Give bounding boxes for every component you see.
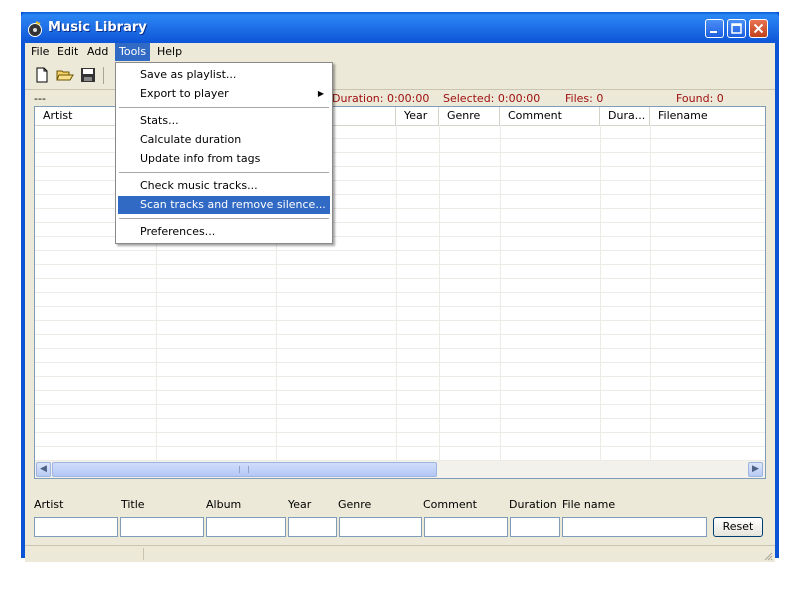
status-selected: Selected: 0:00:00 bbox=[443, 92, 541, 105]
column-header-genre[interactable]: Genre bbox=[439, 107, 500, 125]
scroll-left-arrow-icon[interactable]: ◀ bbox=[36, 462, 51, 477]
table-row bbox=[35, 278, 765, 279]
duration-filter-input[interactable] bbox=[510, 517, 560, 537]
table-row bbox=[35, 390, 765, 391]
filter-label-title: Title bbox=[121, 498, 145, 511]
column-divider bbox=[500, 125, 501, 465]
app-music-icon bbox=[27, 21, 43, 37]
scrollbar-thumb[interactable] bbox=[52, 462, 437, 477]
menu-bar: File Edit Add Tools Help bbox=[25, 43, 775, 61]
menu-item-calculate-duration[interactable]: Calculate duration bbox=[118, 131, 330, 149]
minimize-button[interactable] bbox=[705, 19, 724, 38]
column-header-comment[interactable]: Comment bbox=[500, 107, 600, 125]
title-bar[interactable]: Music Library bbox=[21, 12, 779, 44]
filter-label-genre: Genre bbox=[338, 498, 372, 511]
menu-item-label: Scan tracks and remove silence... bbox=[140, 198, 326, 211]
genre-filter-input[interactable] bbox=[339, 517, 422, 537]
scroll-right-arrow-icon[interactable]: ▶ bbox=[748, 462, 763, 477]
column-divider bbox=[650, 125, 651, 465]
menu-tools[interactable]: Tools bbox=[115, 43, 151, 61]
table-row bbox=[35, 418, 765, 419]
new-file-icon[interactable] bbox=[34, 67, 50, 83]
horizontal-scrollbar[interactable]: ◀ ▶ bbox=[35, 461, 765, 478]
filter-label-duration: Duration bbox=[509, 498, 557, 511]
table-row bbox=[35, 404, 765, 405]
table-row bbox=[35, 264, 765, 265]
menu-item-export-to-player[interactable]: Export to player ▶ bbox=[118, 85, 330, 103]
close-button[interactable] bbox=[749, 19, 768, 38]
menu-item-check-music-tracks[interactable]: Check music tracks... bbox=[118, 177, 330, 195]
status-files: Files: 0 bbox=[565, 92, 604, 105]
minimize-icon bbox=[710, 31, 717, 33]
status-bar bbox=[25, 545, 775, 562]
toolbar-separator bbox=[103, 67, 104, 84]
column-header-duration[interactable]: Dura... bbox=[600, 107, 650, 125]
menu-separator bbox=[119, 172, 329, 173]
menu-separator bbox=[119, 107, 329, 108]
filter-label-album: Album bbox=[206, 498, 242, 511]
table-row bbox=[35, 432, 765, 433]
filter-label-comment: Comment bbox=[423, 498, 477, 511]
menu-edit[interactable]: Edit bbox=[53, 43, 82, 61]
submenu-arrow-icon: ▶ bbox=[317, 89, 324, 98]
menu-item-label: Stats... bbox=[140, 114, 179, 127]
column-divider bbox=[600, 125, 601, 465]
save-disk-icon[interactable] bbox=[80, 67, 96, 83]
table-row bbox=[35, 334, 765, 335]
album-filter-input[interactable] bbox=[206, 517, 286, 537]
table-row bbox=[35, 250, 765, 251]
year-filter-input[interactable] bbox=[288, 517, 337, 537]
thumb-grip-icon bbox=[239, 466, 249, 473]
filename-filter-input[interactable] bbox=[562, 517, 707, 537]
table-row bbox=[35, 446, 765, 447]
maximize-icon bbox=[731, 23, 742, 34]
table-row bbox=[35, 362, 765, 363]
filter-label-artist: Artist bbox=[34, 498, 64, 511]
table-row bbox=[35, 320, 765, 321]
menu-separator bbox=[119, 218, 329, 219]
filter-label-filename: File name bbox=[562, 498, 616, 511]
table-row bbox=[35, 348, 765, 349]
tools-dropdown-menu: Save as playlist... Export to player ▶ St… bbox=[115, 62, 333, 244]
menu-item-label: Save as playlist... bbox=[140, 68, 237, 81]
reset-button[interactable]: Reset bbox=[713, 517, 763, 537]
close-icon bbox=[753, 23, 764, 34]
menu-item-update-info-from-tags[interactable]: Update info from tags bbox=[118, 150, 330, 168]
column-divider bbox=[396, 125, 397, 465]
column-divider bbox=[439, 125, 440, 465]
table-row bbox=[35, 376, 765, 377]
status-left: --- bbox=[34, 92, 46, 105]
comment-filter-input[interactable] bbox=[424, 517, 508, 537]
menu-item-label: Preferences... bbox=[140, 225, 216, 238]
open-folder-icon[interactable] bbox=[56, 67, 74, 83]
menu-file[interactable]: File bbox=[27, 43, 53, 61]
menu-help[interactable]: Help bbox=[153, 43, 186, 61]
column-header-year[interactable]: Year bbox=[396, 107, 439, 125]
artist-filter-input[interactable] bbox=[34, 517, 118, 537]
menu-item-stats[interactable]: Stats... bbox=[118, 112, 330, 130]
status-found: Found: 0 bbox=[676, 92, 724, 105]
menu-item-label: Check music tracks... bbox=[140, 179, 258, 192]
status-divider bbox=[143, 548, 144, 560]
menu-item-label: Export to player bbox=[140, 87, 229, 100]
maximize-button[interactable] bbox=[727, 19, 746, 38]
menu-item-label: Update info from tags bbox=[140, 152, 261, 165]
resize-grip-icon[interactable] bbox=[763, 551, 773, 561]
status-duration: Duration: 0:00:00 bbox=[332, 92, 430, 105]
table-row bbox=[35, 306, 765, 307]
window-title: Music Library bbox=[48, 20, 147, 35]
menu-item-preferences[interactable]: Preferences... bbox=[118, 223, 330, 241]
menu-item-label: Calculate duration bbox=[140, 133, 242, 146]
filter-label-year: Year bbox=[288, 498, 312, 511]
menu-item-scan-remove-silence[interactable]: Scan tracks and remove silence... bbox=[118, 196, 330, 214]
menu-item-save-as-playlist[interactable]: Save as playlist... bbox=[118, 66, 330, 84]
table-row bbox=[35, 292, 765, 293]
column-header-filename[interactable]: Filename bbox=[650, 107, 765, 125]
menu-add[interactable]: Add bbox=[83, 43, 112, 61]
title-filter-input[interactable] bbox=[120, 517, 204, 537]
